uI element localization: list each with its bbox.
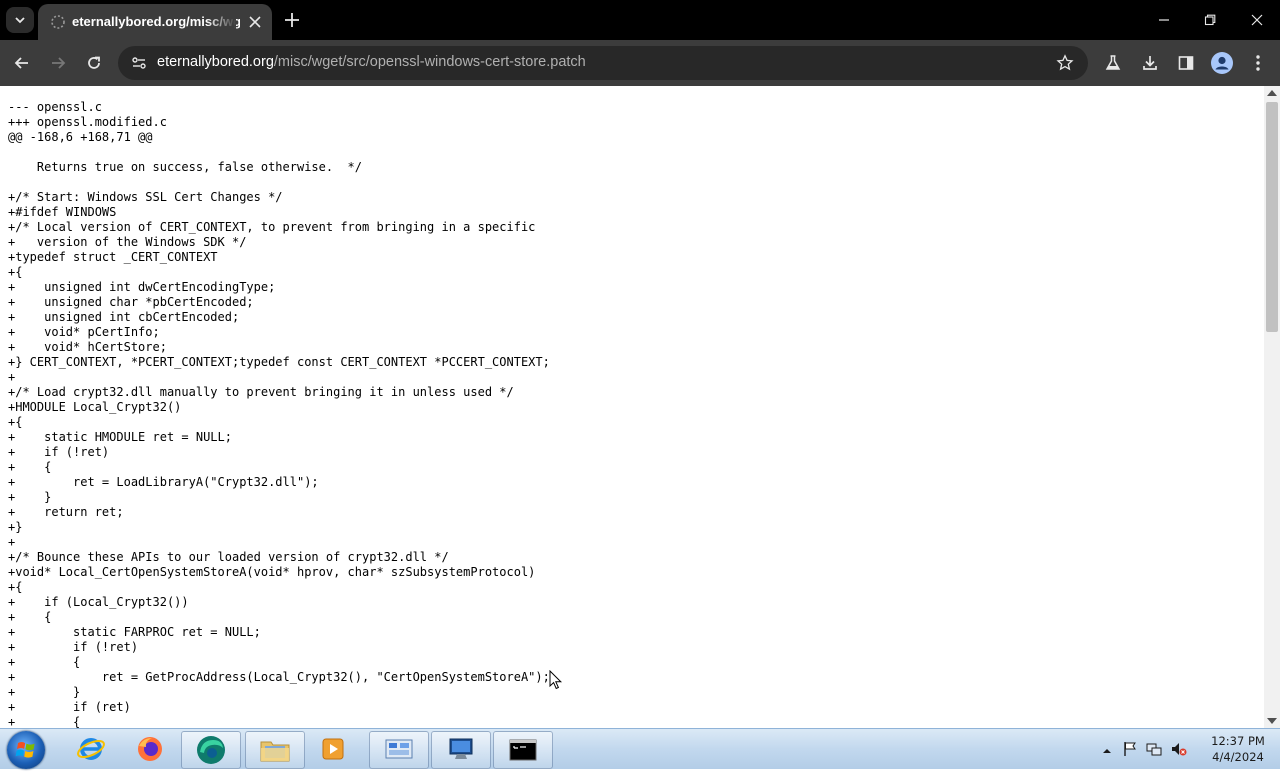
edge-icon (197, 736, 225, 764)
forward-button[interactable] (46, 51, 70, 75)
browser-tab-active[interactable]: eternallybored.org/misc/wget/src/openssl… (38, 4, 272, 40)
firefox-icon (138, 737, 162, 761)
scroll-up-arrow-icon[interactable] (1267, 90, 1277, 96)
windows-logo-icon (15, 742, 35, 758)
command-prompt-icon (509, 739, 537, 761)
arrow-right-icon (52, 57, 66, 69)
internet-explorer-icon (77, 738, 105, 760)
windows-taskbar: 12:37 PM 4/4/2024 (0, 728, 1280, 769)
new-tab-icon[interactable] (282, 10, 302, 30)
url-path: /misc/wget/src/openssl-windows-cert-stor… (273, 54, 586, 70)
scroll-down-arrow-icon[interactable] (1267, 718, 1277, 724)
taskbar-media-player[interactable] (305, 731, 363, 767)
mouse-pointer-icon (549, 670, 563, 690)
tab-search-button[interactable] (6, 7, 34, 33)
flask-icon (1105, 55, 1121, 70)
browser-menu-button[interactable] (1247, 52, 1269, 74)
taskbar-internet-explorer[interactable] (62, 731, 120, 767)
restore-button[interactable] (1187, 0, 1233, 40)
site-info-icon[interactable] (130, 54, 148, 72)
reload-button[interactable] (82, 51, 106, 75)
page-content: --- openssl.c +++ openssl.modified.c @@ … (0, 86, 1264, 728)
action-center-flag-icon[interactable] (1122, 741, 1138, 757)
url-text[interactable]: eternallybored.org/misc/wget/src/openssl… (157, 54, 586, 72)
taskbar-control-panel[interactable] (369, 731, 429, 769)
remote-desktop-icon (449, 738, 473, 759)
show-hidden-icons-arrow-icon[interactable] (1099, 743, 1115, 759)
network-icon[interactable] (1146, 741, 1162, 757)
loading-spinner-icon (51, 15, 65, 29)
back-button[interactable] (10, 51, 34, 75)
close-tab-icon[interactable] (246, 13, 264, 31)
taskbar-command-prompt[interactable] (493, 731, 553, 769)
url-domain: eternallybored.org (157, 54, 274, 70)
folder-icon (260, 741, 290, 762)
side-panel-button[interactable] (1175, 52, 1197, 74)
close-window-button[interactable] (1234, 0, 1280, 40)
media-player-icon (322, 738, 344, 760)
taskbar-firefox[interactable] (121, 731, 179, 767)
arrow-left-icon (14, 57, 28, 69)
browser-toolbar: eternallybored.org/misc/wget/src/openssl… (0, 40, 1280, 86)
reload-icon (88, 56, 100, 69)
tab-strip: eternallybored.org/misc/wget/src/openssl… (0, 0, 1280, 40)
control-panel-icon (385, 739, 413, 759)
start-button[interactable] (7, 731, 45, 769)
taskbar-remote-desktop[interactable] (431, 731, 491, 769)
bookmark-star-icon[interactable] (1056, 54, 1074, 72)
address-bar[interactable]: eternallybored.org/misc/wget/src/openssl… (118, 46, 1088, 80)
close-icon (1251, 14, 1263, 26)
patch-text: --- openssl.c +++ openssl.modified.c @@ … (8, 100, 550, 728)
tab-title-fade (206, 8, 236, 36)
clock-date: 4/4/2024 (1212, 750, 1264, 764)
taskbar-edge[interactable] (181, 731, 241, 769)
restore-icon (1204, 14, 1216, 26)
vertical-scrollbar[interactable] (1264, 86, 1280, 728)
download-icon (1143, 56, 1157, 70)
downloads-button[interactable] (1139, 52, 1161, 74)
profile-avatar[interactable] (1211, 52, 1233, 74)
volume-muted-icon[interactable] (1171, 741, 1187, 757)
minimize-icon (1159, 19, 1169, 21)
labs-button[interactable] (1102, 52, 1124, 74)
scrollbar-thumb[interactable] (1266, 102, 1278, 332)
person-icon (1215, 56, 1229, 70)
taskbar-file-explorer[interactable] (245, 731, 305, 769)
kebab-menu-icon (1256, 55, 1260, 71)
clock-time: 12:37 PM (1211, 734, 1265, 748)
system-clock[interactable]: 12:37 PM 4/4/2024 (1206, 733, 1270, 765)
side-panel-icon (1178, 56, 1194, 70)
chevron-down-icon (15, 17, 25, 24)
minimize-button[interactable] (1141, 0, 1187, 40)
